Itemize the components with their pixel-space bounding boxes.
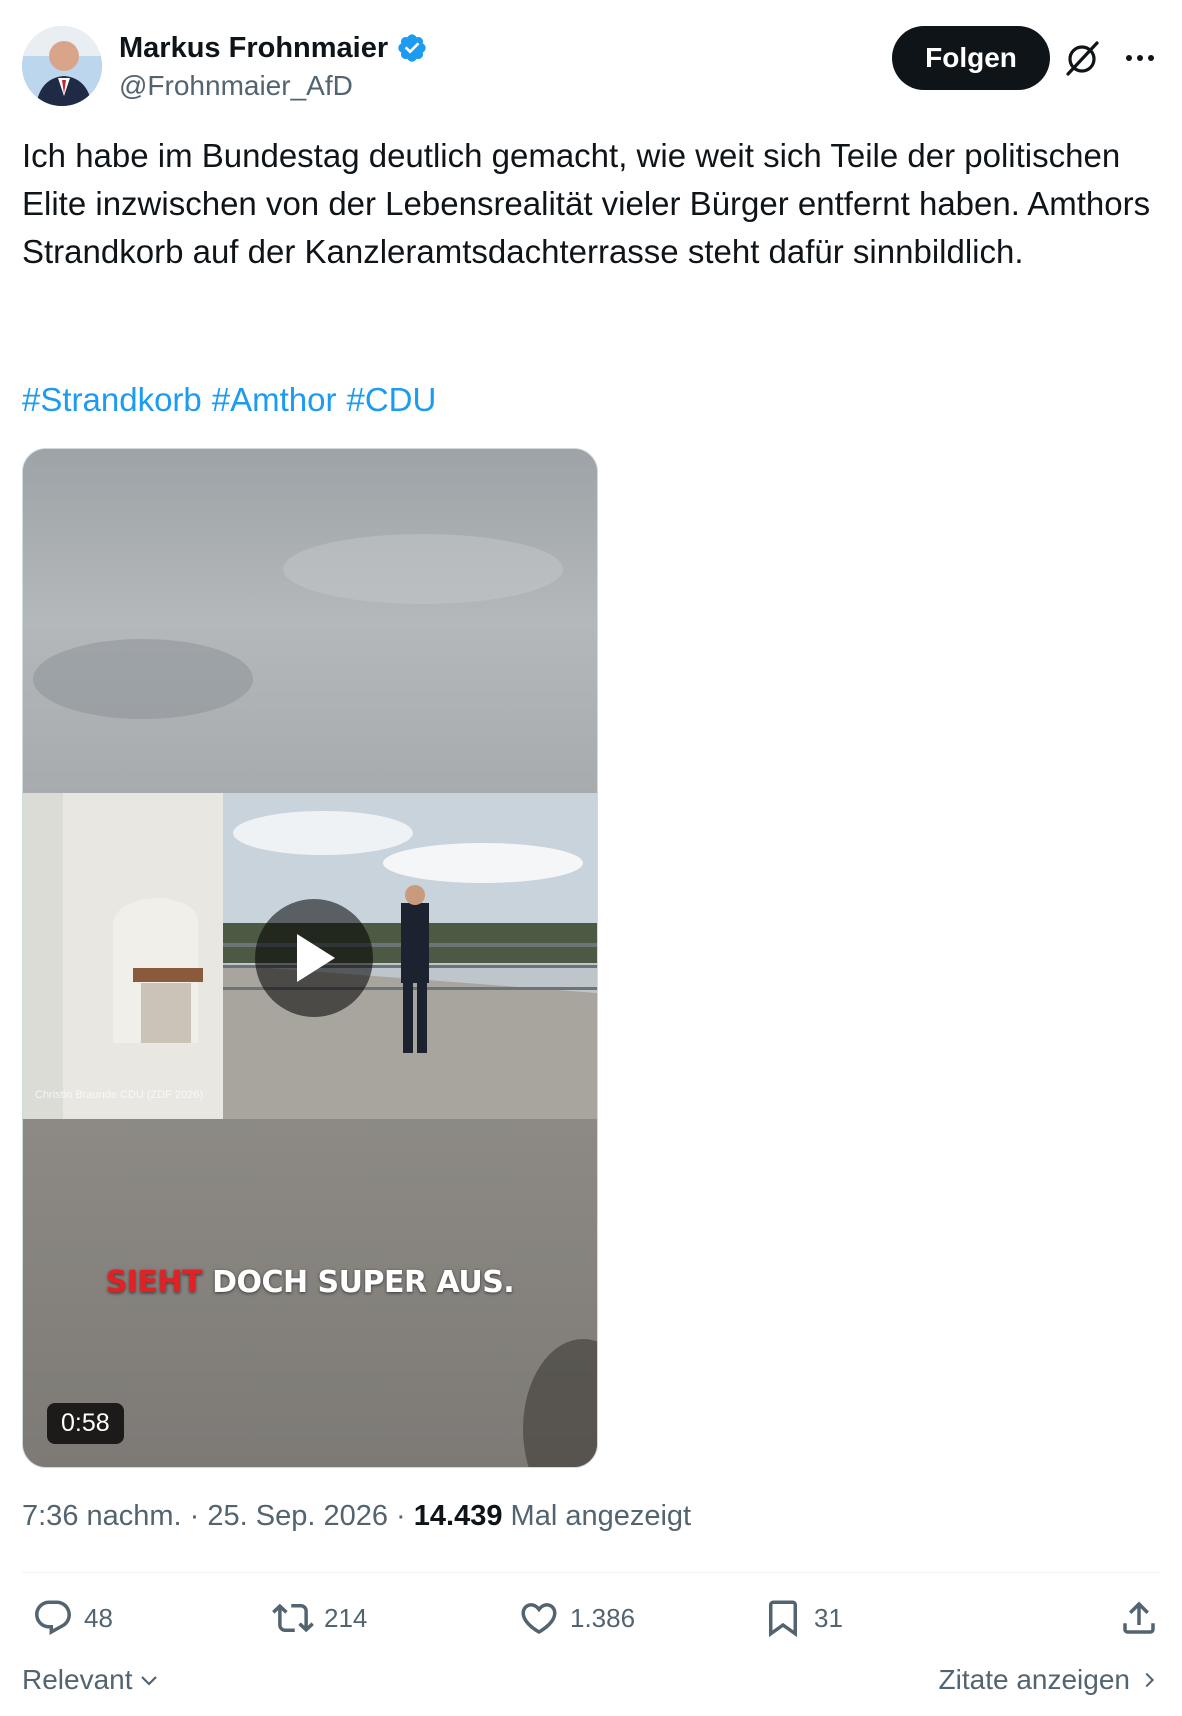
chevron-right-icon xyxy=(1145,1672,1155,1688)
video-player[interactable]: Christin Braunde CDU (ZDF 2026) SIEHT DO… xyxy=(22,448,598,1468)
play-icon xyxy=(297,934,335,982)
action-bar: 48 214 1.386 31 xyxy=(22,1597,1160,1647)
hashtag-link[interactable]: #CDU xyxy=(347,381,437,418)
view-label: Mal angezeigt xyxy=(510,1500,692,1532)
repost-button[interactable]: 214 xyxy=(272,1597,367,1639)
quotes-label: Zitate anzeigen xyxy=(938,1664,1130,1695)
like-button[interactable]: 1.386 xyxy=(518,1597,635,1639)
share-icon xyxy=(1123,1601,1155,1634)
tweet-date[interactable]: 25. Sep. 2026 xyxy=(207,1500,388,1532)
more-options-icon[interactable] xyxy=(1120,38,1160,78)
hashtag-list: #Strandkorb #Amthor #CDU xyxy=(22,376,446,424)
caption-highlight: SIEHT xyxy=(105,1265,203,1300)
reply-count: 48 xyxy=(84,1602,113,1633)
video-watermark: Christin Braunde CDU (ZDF 2026) xyxy=(35,1089,204,1101)
chevron-down-icon xyxy=(140,1676,157,1686)
hashtag-link[interactable]: #Amthor xyxy=(212,381,337,418)
share-button[interactable] xyxy=(1118,1597,1160,1639)
caption-text: DOCH SUPER AUS. xyxy=(212,1265,515,1300)
reply-button[interactable]: 48 xyxy=(32,1597,113,1639)
bookmark-button[interactable]: 31 xyxy=(762,1597,843,1639)
tweet-time[interactable]: 7:36 nachm. xyxy=(22,1500,182,1532)
verified-badge-icon xyxy=(398,34,426,62)
hashtag-link[interactable]: #Strandkorb xyxy=(22,381,202,418)
tweet-header: Markus Frohnmaier @Frohnmaier_AfD Folgen xyxy=(22,26,1160,106)
tweet-meta: 7:36 nachm. · 25. Sep. 2026 · 14.439 Mal… xyxy=(22,1500,692,1532)
replies-footer: Relevant Zitate anzeigen xyxy=(22,1664,1160,1708)
view-quotes-link[interactable]: Zitate anzeigen xyxy=(939,1664,1160,1696)
author-avatar[interactable] xyxy=(22,26,102,106)
avatar-image xyxy=(22,26,102,106)
bookmark-icon xyxy=(769,1600,797,1638)
reply-icon xyxy=(35,1600,71,1635)
heart-icon xyxy=(521,1603,557,1635)
video-duration: 0:58 xyxy=(47,1403,124,1444)
sort-label: Relevant xyxy=(22,1664,133,1695)
grok-icon[interactable] xyxy=(1062,38,1102,78)
view-count: 14.439 xyxy=(413,1500,503,1532)
bookmark-count: 31 xyxy=(814,1602,843,1633)
author-handle[interactable]: @Frohnmaier_AfD xyxy=(119,70,428,102)
like-count: 1.386 xyxy=(570,1602,636,1633)
play-button[interactable] xyxy=(255,899,373,1017)
sort-dropdown[interactable]: Relevant xyxy=(22,1664,161,1696)
repost-icon xyxy=(272,1603,314,1633)
video-caption: SIEHT DOCH SUPER AUS. xyxy=(23,1265,597,1300)
follow-button[interactable]: Folgen xyxy=(892,26,1050,90)
repost-count: 214 xyxy=(324,1602,368,1633)
author-name[interactable]: Markus Frohnmaier xyxy=(119,32,388,65)
tweet-text: Ich habe im Bundestag deutlich gemacht, … xyxy=(22,137,1151,270)
divider xyxy=(22,1572,1160,1573)
